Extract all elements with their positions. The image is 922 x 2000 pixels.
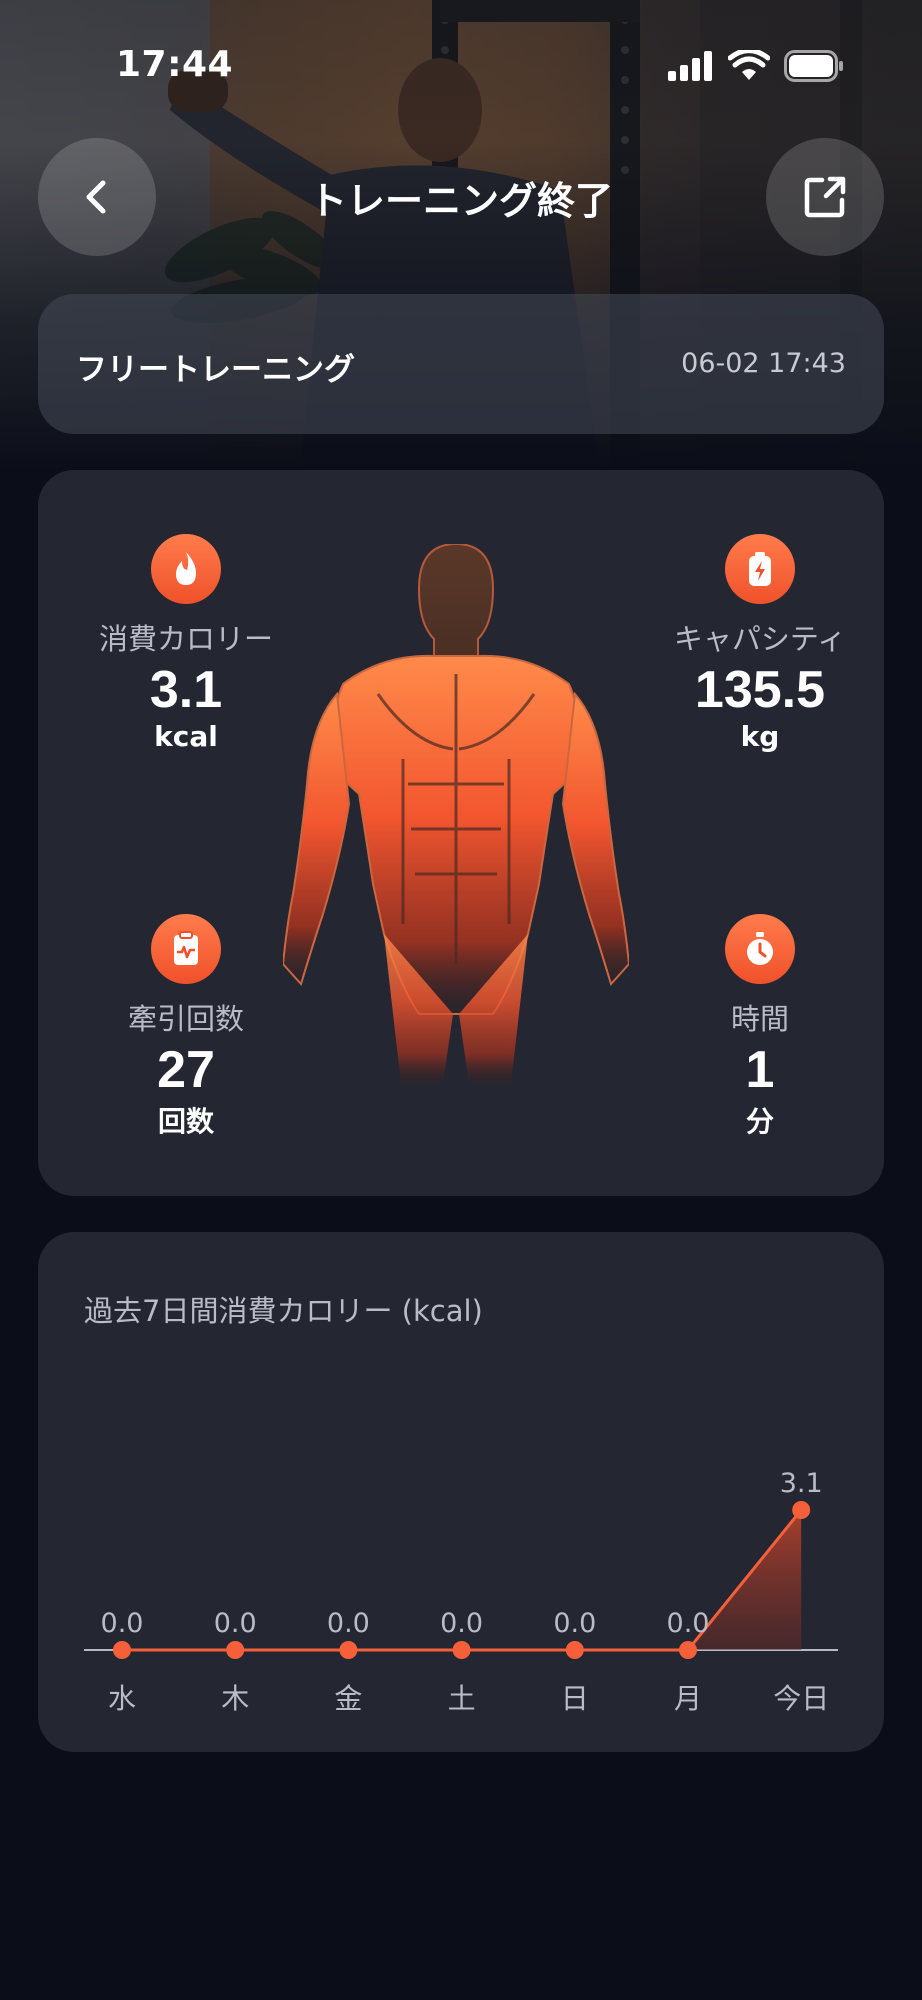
chart-point [452,1641,471,1659]
session-datetime: 06-02 17:43 [681,348,846,379]
duration-value: 1 [745,1041,775,1099]
calories-label: 消費カロリー [98,622,273,656]
pulls-value: 27 [157,1041,215,1099]
share-button[interactable] [766,138,884,256]
chart-point [339,1641,358,1659]
status-icons [668,50,844,82]
chart-data-label: 0.0 [667,1608,710,1639]
signal-icon [668,51,712,81]
battery-icon [784,50,843,82]
stat-pulls: 牽引回数 27 回数 [66,914,306,1140]
screen: 17:44 トレーニング終了 フリートレーニング 06-02 17:43 消費カ… [0,0,922,2000]
chart-x-tick-label: 金 [334,1682,362,1715]
chart-data-label: 0.0 [440,1608,483,1639]
chart-data-label: 0.0 [214,1608,257,1639]
chart-x-tick-label: 今日 [773,1682,829,1715]
capacity-value: 135.5 [694,661,826,719]
calorie-line-chart: 0.0 水 0.0 木 0.0 金 0.0 土 0.0 日 0.0 月 3.1 今日 [84,1468,838,1715]
session-name: フリートレーニング [76,352,355,388]
flame-icon [151,534,221,604]
chart-point [565,1641,584,1659]
chart-x-tick-label: 木 [221,1682,249,1715]
pulls-label: 牽引回数 [127,1002,244,1036]
stat-capacity: キャパシティ 135.5 kg [640,534,880,753]
chart-point [113,1641,131,1659]
chart-x-tick-label: 水 [108,1682,136,1715]
capacity-label: キャパシティ [673,622,847,656]
chart-point [792,1501,811,1519]
muscle-body-icon [283,544,629,1084]
capacity-unit: kg [740,720,780,753]
share-icon [804,176,846,218]
stopwatch-icon [725,914,795,984]
status-time: 17:44 [116,44,234,85]
calorie-chart-card: 過去7日間消費カロリー (kcal) 0.0 水 0.0 木 0.0 金 0.0 土 0.0 日 0… [38,1232,884,1752]
chart-data-label: 0.0 [553,1608,596,1639]
session-card: フリートレーニング 06-02 17:43 [38,294,884,434]
calories-unit: kcal [154,720,218,753]
battery-bolt-icon [725,534,795,604]
calories-value: 3.1 [149,661,223,719]
chart-data-label: 0.0 [327,1608,370,1639]
duration-label: 時間 [730,1002,789,1036]
chart-data-label: 0.0 [101,1608,144,1639]
stat-calories: 消費カロリー 3.1 kcal [66,534,306,753]
chart-point [226,1641,245,1659]
pulls-unit: 回数 [157,1105,214,1138]
chart-x-tick-label: 月 [674,1682,702,1715]
chart-x-tick-label: 日 [561,1682,589,1715]
chart-point [679,1641,697,1659]
wifi-icon [728,50,770,80]
stat-duration: 時間 1 分 [640,914,880,1140]
duration-unit: 分 [745,1105,774,1138]
clipboard-pulse-icon [151,914,221,984]
chart-data-label: 3.1 [780,1468,823,1499]
stats-card: 消費カロリー 3.1 kcal キャパシティ 135.5 kg 牽引回数 27 … [38,470,884,1196]
chart-x-tick-label: 土 [448,1682,476,1715]
